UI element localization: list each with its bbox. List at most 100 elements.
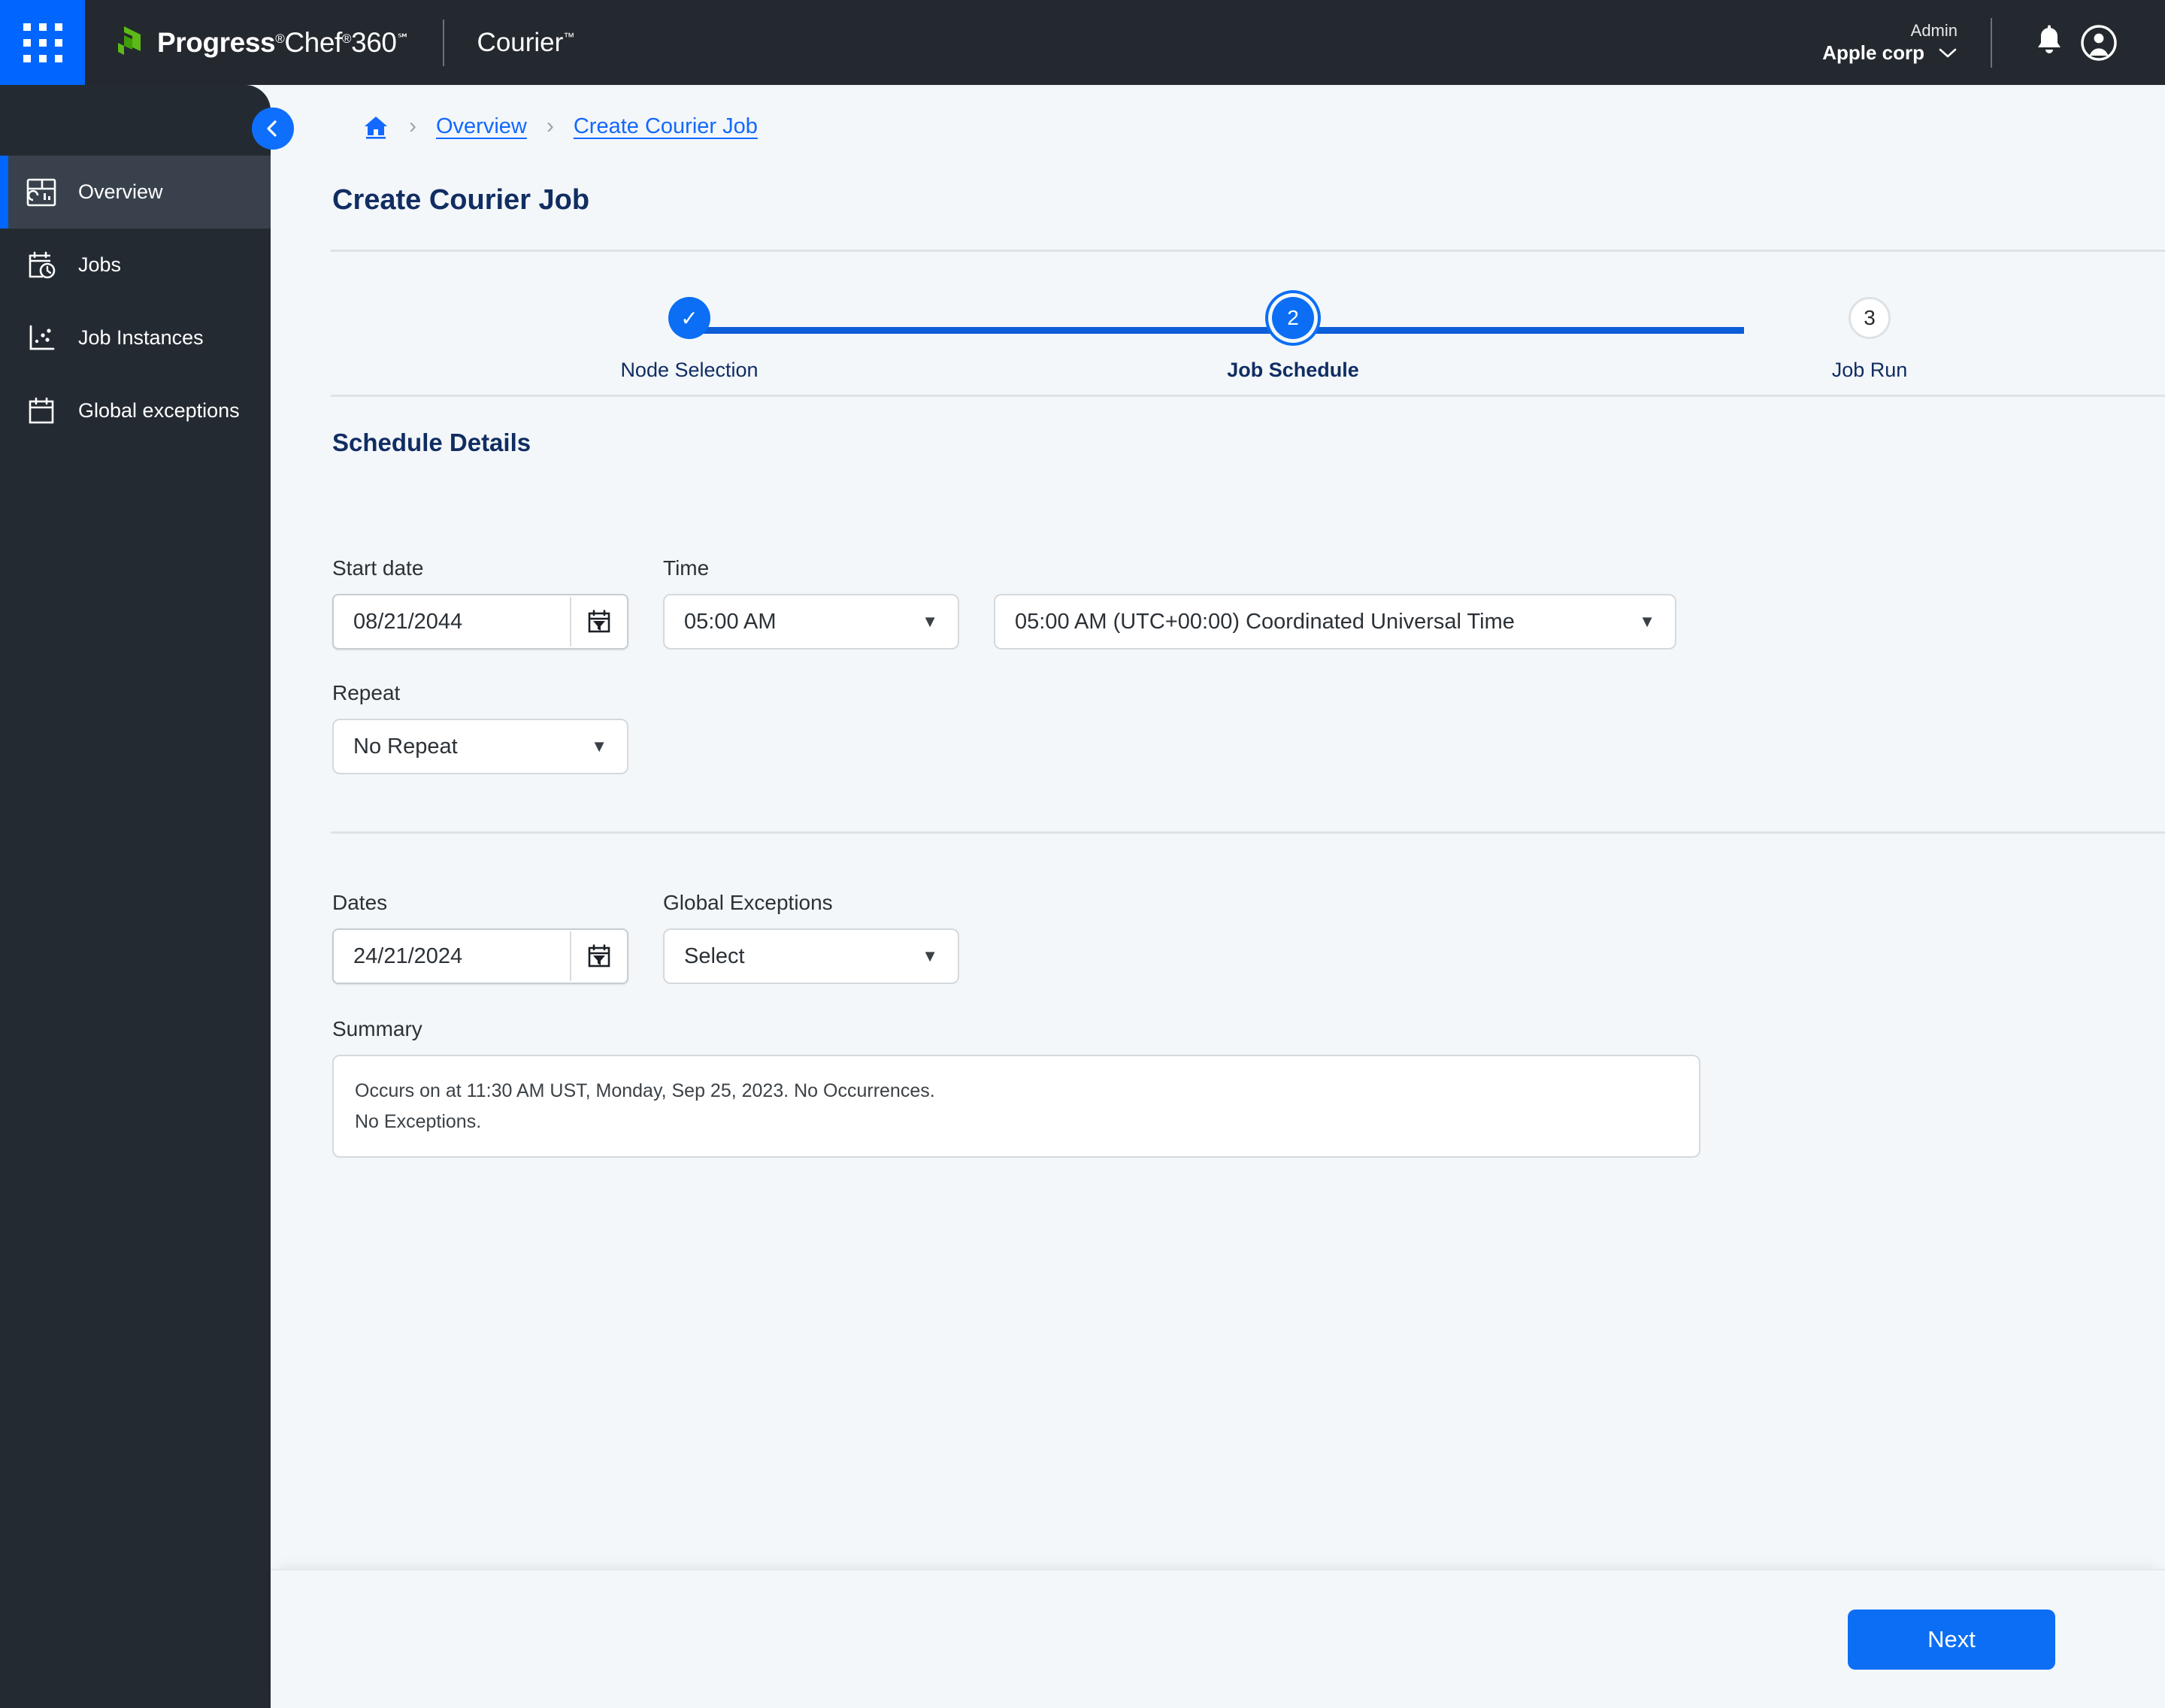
row-repeat: Repeat No Repeat ▼ [332, 681, 2165, 774]
timezone-select[interactable]: 05:00 AM (UTC+00:00) Coordinated Univers… [994, 594, 1676, 650]
brand-sm: ℠ [396, 31, 410, 46]
page-title: Create Courier Job [332, 184, 590, 216]
breadcrumb-link-create-courier-job[interactable]: Create Courier Job [574, 114, 758, 139]
apps-grid-icon [23, 23, 62, 62]
stepper-label: Job Schedule [1227, 359, 1359, 381]
stepper-step-job-schedule[interactable]: 2 Job Schedule [1180, 297, 1406, 382]
sidebar: Overview Jobs Job Instances Global excep… [0, 85, 271, 1708]
field-time: Time 05:00 AM ▼ [663, 556, 959, 650]
global-exceptions-label: Global Exceptions [663, 891, 833, 914]
summary-box: Occurs on at 11:30 AM UST, Monday, Sep 2… [332, 1055, 1700, 1158]
sidebar-item-jobs[interactable]: Jobs [0, 229, 271, 301]
row-dates: Dates 24/21/2024 Global Exceptions Selec… [332, 891, 2165, 984]
sidebar-item-global-exceptions[interactable]: Global exceptions [0, 374, 271, 447]
breadcrumb: › Overview › Create Courier Job [252, 85, 2165, 168]
user-role: Admin [1910, 20, 1958, 40]
top-bar: Progress ® Chef ® 360 ℠ Courier™ Admin Apple … [0, 0, 2165, 85]
bell-icon [2038, 25, 2061, 53]
dates-label: Dates [332, 891, 388, 914]
divider-stepper [331, 395, 2165, 397]
stepper-label: Node Selection [620, 359, 759, 381]
user-avatar-icon [2081, 24, 2117, 61]
global-exceptions-select[interactable]: Select ▼ [663, 928, 959, 984]
stepper-step-job-run[interactable]: 3 Job Run [1757, 297, 1982, 382]
field-summary: Summary Occurs on at 11:30 AM UST, Monda… [332, 1017, 2165, 1158]
brand-reg-1: ® [275, 31, 285, 46]
breadcrumb-link-overview[interactable]: Overview [436, 114, 527, 139]
time-label: Time [663, 556, 710, 580]
section-title: Schedule Details [332, 429, 531, 456]
top-bar-right: Admin Apple corp [1822, 0, 2165, 85]
calendar-clock-icon [29, 251, 56, 278]
stepper-step-node-selection[interactable]: ✓ Node Selection [577, 297, 802, 382]
divider-middle [331, 831, 2165, 834]
field-timezone: 05:00 AM (UTC+00:00) Coordinated Univers… [994, 594, 1676, 650]
start-date-value: 08/21/2044 [353, 609, 463, 634]
org-name: Apple corp [1822, 41, 1924, 64]
chevron-down-icon: ▼ [1639, 612, 1655, 631]
repeat-select[interactable]: No Repeat ▼ [332, 719, 628, 774]
org-switcher[interactable]: Admin Apple corp [1822, 20, 1964, 65]
main-content: › Overview › Create Courier Job Create C… [252, 85, 2165, 1708]
stepper-label: Job Run [1831, 359, 1908, 381]
calendar-filter-icon [588, 610, 610, 633]
field-start-date: Start date 08/21/2044 [332, 556, 628, 650]
stepper-marker: 3 [1849, 297, 1891, 339]
start-date-calendar-button[interactable] [571, 595, 627, 648]
start-date-input[interactable]: 08/21/2044 [332, 594, 628, 650]
product-name-label: Courier [477, 27, 564, 57]
dates-form: Dates 24/21/2024 Global Exceptions Selec… [301, 891, 2165, 1158]
summary-line-1: Occurs on at 11:30 AM UST, Monday, Sep 2… [355, 1080, 935, 1101]
repeat-label: Repeat [332, 681, 401, 704]
breadcrumb-separator: › [546, 114, 554, 138]
dates-calendar-button[interactable] [571, 930, 627, 983]
apps-launcher-button[interactable] [0, 0, 85, 85]
repeat-value: No Repeat [353, 734, 458, 759]
back-button[interactable] [252, 108, 294, 150]
dashboard-icon [26, 178, 56, 206]
chevron-left-icon [267, 120, 277, 137]
account-button[interactable] [2076, 20, 2121, 65]
sidebar-item-label: Overview [78, 180, 163, 203]
scatter-plot-icon [29, 325, 55, 350]
time-value: 05:00 AM [684, 609, 777, 634]
time-select[interactable]: 05:00 AM ▼ [663, 594, 959, 650]
field-repeat: Repeat No Repeat ▼ [332, 681, 628, 774]
field-dates: Dates 24/21/2024 [332, 891, 628, 984]
breadcrumb-home-link[interactable] [362, 113, 389, 140]
stepper-marker: 2 [1272, 297, 1314, 339]
brand-lockup: Progress ® Chef ® 360 ℠ Courier™ [114, 19, 575, 66]
progress-logo-icon [118, 26, 141, 55]
timezone-value: 05:00 AM (UTC+00:00) Coordinated Univers… [1015, 609, 1515, 634]
calendar-filter-icon [588, 944, 610, 968]
field-global-exceptions: Global Exceptions Select ▼ [663, 891, 959, 984]
sidebar-item-label: Job Instances [78, 326, 204, 349]
sidebar-item-job-instances[interactable]: Job Instances [0, 301, 271, 374]
product-name: Courier™ [477, 28, 575, 58]
global-exceptions-value: Select [684, 943, 745, 968]
home-icon [365, 117, 387, 139]
next-button[interactable]: Next [1848, 1609, 2055, 1670]
brand-360: 360 [351, 26, 397, 58]
dates-input[interactable]: 24/21/2024 [332, 928, 628, 984]
breadcrumb-separator: › [409, 114, 416, 138]
notifications-button[interactable] [2027, 20, 2072, 65]
progress-chef-logo: Progress ® Chef ® 360 ℠ [114, 26, 410, 59]
stepper-marker: ✓ [668, 297, 710, 339]
chevron-down-icon: ▼ [591, 737, 607, 756]
sidebar-item-label: Global exceptions [78, 399, 240, 422]
sidebar-item-label: Jobs [78, 253, 122, 276]
product-tm: ™ [563, 30, 575, 44]
row-start-date: Start date 08/21/2044 Time 05:00 AM ▼ 05… [332, 556, 2165, 650]
org-name-row: Apple corp [1822, 41, 1958, 65]
summary-label: Summary [332, 1017, 422, 1040]
content-area: › Overview › Create Courier Job Create C… [252, 85, 2165, 1158]
start-date-label: Start date [332, 556, 424, 580]
top-bar-divider [1991, 17, 1992, 68]
chevron-down-icon [1939, 48, 1957, 58]
stepper: ✓ Node Selection 2 Job Schedule 3 Job Ru… [331, 252, 2165, 395]
chevron-down-icon: ▼ [922, 612, 938, 631]
sidebar-item-overview[interactable]: Overview [0, 156, 271, 229]
brand-chef: Chef [284, 26, 342, 58]
footer-bar: Next [271, 1569, 2165, 1708]
